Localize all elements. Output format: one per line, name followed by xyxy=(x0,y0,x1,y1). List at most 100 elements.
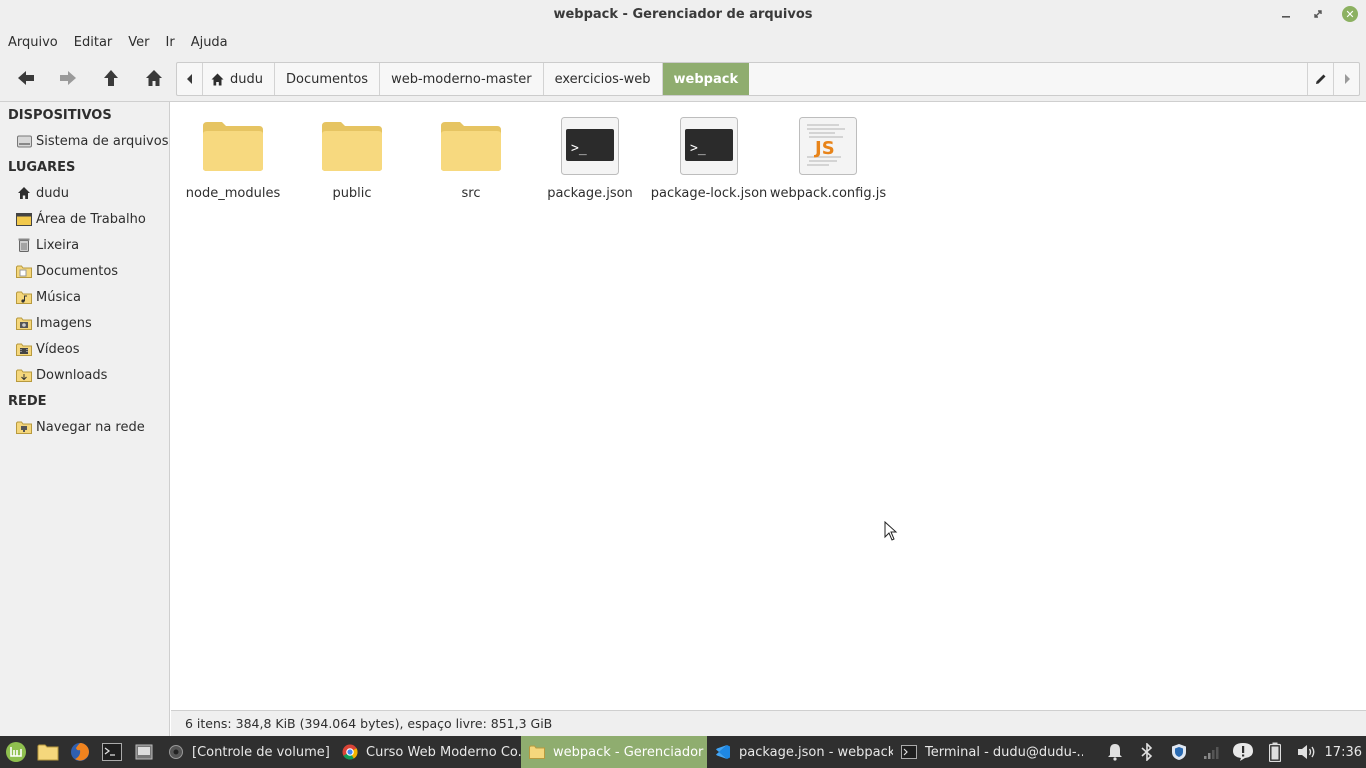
menu-ver[interactable]: Ver xyxy=(128,35,149,50)
task-label: webpack - Gerenciador ... xyxy=(553,744,707,760)
chevron-left-icon xyxy=(186,74,192,84)
sidebar-item-dudu[interactable]: dudu xyxy=(16,183,69,203)
file-label: public xyxy=(332,186,372,201)
terminal-icon xyxy=(102,743,122,761)
sidebar-heading-dispositivos: DISPOSITIVOS xyxy=(8,108,112,123)
sidebar-item-label: Documentos xyxy=(36,263,119,279)
close-icon[interactable]: ✕ xyxy=(1342,6,1358,22)
sidebar-item-label: Sistema de arquivos xyxy=(36,133,169,149)
sidebar-item-musica[interactable]: Música xyxy=(16,287,81,307)
home-icon xyxy=(211,73,224,85)
home-icon xyxy=(16,186,32,200)
signal-strength-icon[interactable] xyxy=(1195,736,1227,768)
terminal-icon xyxy=(901,744,917,760)
task-volume-control[interactable]: [Controle de volume] xyxy=(160,736,334,768)
javascript-file-icon: JS xyxy=(796,114,860,178)
battery-icon[interactable] xyxy=(1259,736,1291,768)
sidebar-item-documentos[interactable]: Documentos xyxy=(16,261,118,281)
path-bar: dudu Documentos web-moderno-master exerc… xyxy=(176,62,1360,96)
music-folder-icon xyxy=(16,290,32,304)
clock[interactable]: 17:36 xyxy=(1323,745,1366,760)
sidebar-item-network[interactable]: Navegar na rede xyxy=(16,417,145,437)
sidebar-item-filesystem[interactable]: Sistema de arquivos xyxy=(16,131,168,151)
sidebar-item-videos[interactable]: Vídeos xyxy=(16,339,79,359)
show-desktop-button[interactable] xyxy=(128,736,160,768)
sidebar-item-label: Lixeira xyxy=(36,237,80,253)
file-item-package-json[interactable]: >_ package.json xyxy=(531,114,649,204)
mouse-cursor-icon xyxy=(884,521,898,541)
task-file-manager[interactable]: webpack - Gerenciador ... xyxy=(521,736,707,768)
task-label: [Controle de volume] xyxy=(192,744,330,760)
file-item-public[interactable]: public xyxy=(293,114,411,204)
firefox-launcher[interactable] xyxy=(64,736,96,768)
file-item-node-modules[interactable]: node_modules xyxy=(174,114,292,204)
edit-location-button[interactable] xyxy=(1307,63,1333,95)
speaker-settings-icon xyxy=(168,744,184,760)
title-bar: webpack - Gerenciador de arquivos ✕ xyxy=(0,0,1366,28)
menu-bar: Arquivo Editar Ver Ir Ajuda xyxy=(0,28,1366,56)
linux-mint-icon xyxy=(6,742,26,762)
sidebar-heading-lugares: LUGARES xyxy=(8,160,76,175)
svg-text:JS: JS xyxy=(813,138,835,159)
files-launcher[interactable] xyxy=(32,736,64,768)
menu-ir[interactable]: Ir xyxy=(166,35,175,50)
task-vscode[interactable]: package.json - webpack ... xyxy=(707,736,893,768)
folder-icon xyxy=(37,744,59,761)
terminal-launcher[interactable] xyxy=(96,736,128,768)
path-spacer xyxy=(749,63,1307,95)
notifications-icon[interactable] xyxy=(1099,736,1131,768)
menu-ajuda[interactable]: Ajuda xyxy=(191,35,228,50)
crumb-documentos[interactable]: Documentos xyxy=(275,63,381,95)
sidebar-item-imagens[interactable]: Imagens xyxy=(16,313,92,333)
sidebar-item-downloads[interactable]: Downloads xyxy=(16,365,107,385)
crumb-webpack[interactable]: webpack xyxy=(662,63,750,95)
pictures-folder-icon xyxy=(16,316,32,330)
sidebar-item-label: Downloads xyxy=(36,367,108,383)
forward-button[interactable] xyxy=(54,66,82,90)
desktop-icon xyxy=(16,212,32,226)
mint-menu-button[interactable] xyxy=(0,736,32,768)
sidebar-item-label: Imagens xyxy=(36,315,92,331)
back-button[interactable] xyxy=(12,66,40,90)
path-scroll-left-button[interactable] xyxy=(177,63,203,95)
menu-arquivo[interactable]: Arquivo xyxy=(8,35,58,50)
sidebar-item-desktop[interactable]: Área de Trabalho xyxy=(16,209,146,229)
task-label: Curso Web Moderno Co... xyxy=(366,744,521,760)
taskbar: [Controle de volume] Curso Web Moderno C… xyxy=(0,736,1366,768)
arrow-up-icon xyxy=(104,70,118,86)
sidebar: DISPOSITIVOS Sistema de arquivos LUGARES… xyxy=(0,102,170,736)
file-item-package-lock-json[interactable]: >_ package-lock.json xyxy=(650,114,768,204)
menu-editar[interactable]: Editar xyxy=(74,35,113,50)
up-button[interactable] xyxy=(97,66,125,90)
crumb-web-moderno-master[interactable]: web-moderno-master xyxy=(380,63,544,95)
home-button[interactable] xyxy=(140,66,168,90)
task-label: Terminal - dudu@dudu-... xyxy=(925,744,1083,760)
crumb-exercicios-web[interactable]: exercicios-web xyxy=(544,63,663,95)
crumb-home[interactable]: dudu xyxy=(203,63,275,95)
bluetooth-icon[interactable] xyxy=(1131,736,1163,768)
task-label: package.json - webpack ... xyxy=(739,744,893,760)
task-terminal[interactable]: Terminal - dudu@dudu-... xyxy=(893,736,1083,768)
path-scroll-right-button[interactable] xyxy=(1333,63,1359,95)
system-tray: 17:36 xyxy=(1099,736,1366,768)
minimize-icon[interactable] xyxy=(1274,4,1298,24)
file-item-webpack-config-js[interactable]: JS webpack.config.js xyxy=(769,114,887,204)
folder-icon xyxy=(439,114,503,178)
task-chrome[interactable]: Curso Web Moderno Co... xyxy=(334,736,521,768)
shield-icon[interactable] xyxy=(1163,736,1195,768)
volume-icon[interactable] xyxy=(1291,736,1323,768)
sidebar-item-trash[interactable]: Lixeira xyxy=(16,235,79,255)
file-label: node_modules xyxy=(185,186,281,201)
documents-folder-icon xyxy=(16,264,32,278)
chrome-icon xyxy=(342,744,358,760)
file-label: package.json xyxy=(547,186,633,201)
terminal-file-icon: >_ xyxy=(558,114,622,178)
status-text: 6 itens: 384,8 KiB (394.064 bytes), espa… xyxy=(185,716,553,731)
file-label: webpack.config.js xyxy=(769,186,887,201)
maximize-icon[interactable] xyxy=(1306,4,1330,24)
file-label: src xyxy=(461,186,481,201)
status-bar: 6 itens: 384,8 KiB (394.064 bytes), espa… xyxy=(171,710,1366,736)
warning-icon[interactable] xyxy=(1227,736,1259,768)
file-item-src[interactable]: src xyxy=(412,114,530,204)
trash-icon xyxy=(16,238,32,252)
